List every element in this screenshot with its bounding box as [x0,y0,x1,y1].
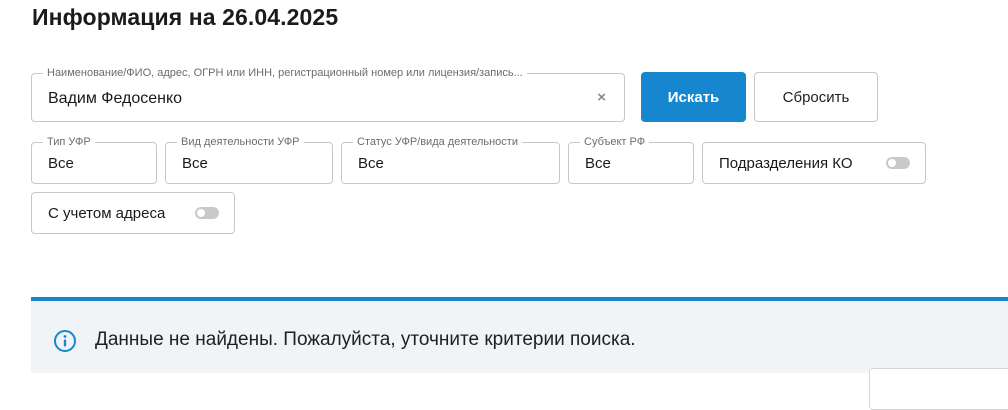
search-input[interactable]: Наименование/ФИО, адрес, ОГРН или ИНН, р… [31,66,625,122]
status-label: Статус УФР/вида деятельности [353,135,522,149]
ufr-type-select[interactable]: Тип УФР Все [31,135,157,184]
with-address-toggle[interactable]: С учетом адреса [31,192,235,234]
info-icon [54,330,76,352]
search-input-value[interactable]: Вадим Федосенко [48,90,182,108]
activity-type-select[interactable]: Вид деятельности УФР Все [165,135,333,184]
activity-type-value: Все [182,155,208,172]
region-label: Субъект РФ [580,135,650,149]
page-title: Информация на 26.04.2025 [32,4,339,30]
ufr-type-value: Все [48,155,74,172]
region-select[interactable]: Субъект РФ Все [568,135,694,184]
ko-divisions-label: Подразделения КО [719,155,853,172]
activity-type-label: Вид деятельности УФР [177,135,304,149]
search-button[interactable]: Искать [641,72,746,122]
ufr-type-label: Тип УФР [43,135,95,149]
ko-divisions-toggle[interactable]: Подразделения КО [702,142,926,184]
status-select[interactable]: Статус УФР/вида деятельности Все [341,135,560,184]
with-address-label: С учетом адреса [48,205,166,222]
ko-divisions-switch[interactable] [886,157,910,169]
result-message: Данные не найдены. Пожалуйста, уточните … [95,329,636,350]
with-address-switch[interactable] [195,207,219,219]
region-value: Все [585,155,611,172]
clear-icon[interactable]: × [597,89,606,107]
partial-panel [869,368,1008,410]
search-input-label: Наименование/ФИО, адрес, ОГРН или ИНН, р… [43,66,527,80]
result-message-box: Данные не найдены. Пожалуйста, уточните … [31,301,1008,373]
reset-button[interactable]: Сбросить [754,72,878,122]
status-value: Все [358,155,384,172]
